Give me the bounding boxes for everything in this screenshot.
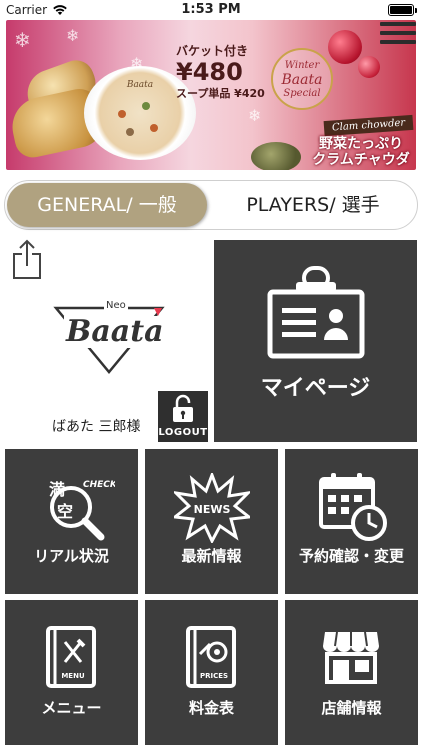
tile-news-label: 最新情報 [181, 547, 242, 565]
tile-news[interactable]: NEWS 最新情報 [145, 449, 278, 594]
tile-reservation-label: 予約確認・変更 [298, 547, 404, 565]
hamburger-icon[interactable] [380, 22, 416, 48]
price-book-icon: PRICES [186, 626, 236, 688]
status-bar: Carrier 1:53 PM [0, 0, 422, 20]
logo-neo: Neo [104, 300, 128, 311]
real-status-char1: 満 [49, 480, 65, 499]
id-card-icon [267, 266, 365, 359]
special-line3: Special [283, 88, 321, 99]
special-line2: Baata [281, 72, 323, 88]
tile-reservation[interactable]: 予約確認・変更 [285, 449, 418, 594]
dish-name-line1: 野菜たっぷり [319, 136, 403, 152]
calendar-clock-icon [319, 473, 387, 541]
tile-real-status[interactable]: 満 空 CHECK! リアル状況 [5, 449, 138, 594]
tile-prices-label: 料金表 [188, 699, 234, 717]
snowflake-icon: ❄ [66, 26, 80, 45]
audience-segmented-control: GENERAL/ 一般 PLAYERS/ 選手 [4, 180, 418, 230]
promo-banner[interactable]: ❄ ❄ ❄ ❄ Baata バケット付き ¥480 スープ単品 ¥420 Win… [6, 20, 416, 170]
menu-book-icon: MENU [46, 626, 96, 688]
magnifier-check-icon: 満 空 CHECK! [49, 480, 115, 541]
share-icon[interactable] [10, 238, 44, 280]
logout-label: LOGOUT [158, 427, 208, 438]
status-time: 1:53 PM [181, 2, 241, 17]
dish-name-line2: クラムチャウダー [312, 152, 410, 170]
ornament-image [328, 30, 362, 64]
snowflake-icon: ❄ [14, 28, 31, 52]
unlock-icon [173, 394, 193, 422]
special-line1: Winter [284, 60, 320, 71]
tile-store[interactable]: 店舗情報 [285, 600, 418, 745]
price-sub: スープ単品 ¥420 [176, 87, 265, 100]
logo-baata: Baata [64, 314, 166, 349]
tile-real-status-label: リアル状況 [34, 547, 109, 565]
tile-menu-label: メニュー [41, 699, 102, 717]
tile-prices[interactable]: PRICES 料金表 [145, 600, 278, 745]
battery-fill [390, 6, 412, 14]
user-name: ばあた 三郎様 [52, 419, 141, 435]
dish-name: 野菜たっぷり クラムチャウダー [306, 136, 416, 170]
real-status-char2: 空 [57, 502, 73, 521]
segment-players[interactable]: PLAYERS/ 選手 [211, 183, 415, 227]
price-tag: バケット付き ¥480 スープ単品 ¥420 [176, 42, 265, 101]
logout-button[interactable]: LOGOUT [158, 391, 208, 442]
news-badge: NEWS [194, 503, 231, 516]
menu-book-text: MENU [61, 672, 85, 680]
tile-mypage[interactable]: マイページ [214, 240, 417, 442]
segment-general[interactable]: GENERAL/ 一般 [7, 183, 207, 227]
tile-store-label: 店舗情報 [321, 699, 382, 717]
dish-tag: Clam chowder [323, 114, 414, 137]
prices-book-text: PRICES [200, 672, 228, 680]
winter-special-badge: Winter Baata Special [271, 48, 333, 110]
price-label: バケット付き [176, 44, 249, 58]
real-status-check: CHECK! [83, 480, 115, 490]
news-burst-icon: NEWS [174, 473, 250, 543]
price-main: ¥480 [176, 58, 243, 86]
clams-image [251, 142, 301, 170]
battery-icon [388, 4, 417, 16]
tile-menu[interactable]: MENU メニュー [5, 600, 138, 745]
neo-baata-logo: Neo Baata [50, 298, 168, 380]
snowflake-icon: ❄ [248, 106, 262, 125]
tile-mypage-label: マイページ [260, 376, 371, 401]
store-icon [323, 631, 379, 684]
ornament-image [358, 56, 380, 78]
